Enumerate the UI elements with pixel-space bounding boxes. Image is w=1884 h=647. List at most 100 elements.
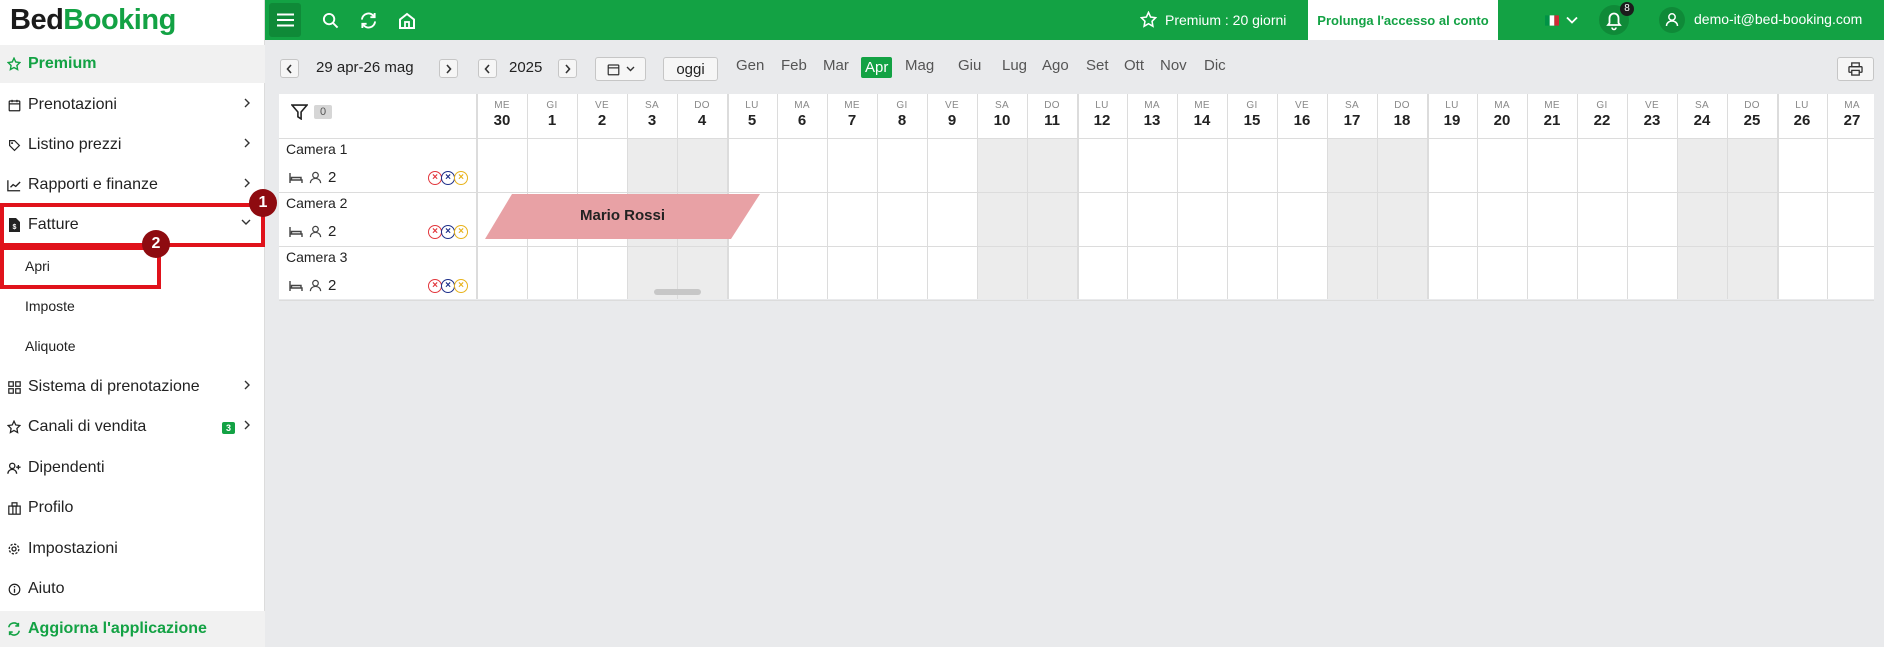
print-button[interactable] (1837, 57, 1874, 81)
sidebar-subitem-imposte[interactable]: Imposte (0, 288, 265, 324)
update-app-button[interactable]: Aggiorna l'applicazione (0, 611, 265, 647)
day-of-week: ME (844, 100, 860, 111)
month-tab-ott[interactable]: Ott (1124, 57, 1144, 74)
sidebar-item-canali-vendita[interactable]: Canali di vendita 3 (0, 408, 265, 446)
hamburger-menu-button[interactable] (269, 3, 301, 37)
day-header: LU 5 (727, 94, 777, 138)
chevron-down-icon (1565, 16, 1578, 24)
day-number: 24 (1693, 112, 1711, 129)
day-of-week: DO (1744, 100, 1760, 111)
day-number: 16 (1293, 112, 1311, 129)
notifications-button[interactable]: 8 (1597, 0, 1634, 40)
month-tab-ago[interactable]: Ago (1042, 57, 1069, 74)
room-status-icons[interactable]: × × × (428, 279, 468, 293)
sidebar-item-rapporti[interactable]: Rapporti e finanze (0, 166, 265, 204)
sidebar-item-premium[interactable]: Premium (0, 45, 265, 83)
day-number: 4 (697, 112, 707, 129)
sidebar-item-sistema-prenotazione[interactable]: Sistema di prenotazione (0, 368, 265, 406)
next-range-button[interactable] (439, 59, 458, 78)
day-of-week: GI (1246, 100, 1258, 111)
status-yellow-icon: × (454, 279, 468, 293)
month-tab-mar[interactable]: Mar (823, 57, 849, 74)
guest-icon (309, 225, 322, 238)
extend-access-button[interactable]: Prolunga l'accesso al conto (1308, 0, 1498, 40)
booking-mario-rossi[interactable]: Mario Rossi (485, 194, 760, 239)
grid-line (777, 94, 778, 299)
status-red-icon: × (428, 225, 442, 239)
sidebar-item-listino-prezzi[interactable]: Listino prezzi (0, 126, 265, 164)
search-button[interactable] (315, 0, 345, 40)
prev-range-button[interactable] (280, 59, 299, 78)
step-marker-2: 2 (142, 230, 170, 258)
month-tab-giu[interactable]: Giu (958, 57, 981, 74)
day-header: MA 27 (1827, 94, 1877, 138)
day-of-week: DO (694, 100, 710, 111)
month-tab-set[interactable]: Set (1086, 57, 1109, 74)
room-status-icons[interactable]: × × × (428, 225, 468, 239)
day-header: GI 8 (877, 94, 927, 138)
premium-status[interactable]: Premium : 20 giorni (1140, 11, 1286, 28)
user-add-icon (0, 462, 28, 475)
step-marker-1: 1 (249, 189, 277, 217)
month-tab-lug[interactable]: Lug (1002, 57, 1027, 74)
day-of-week: ME (494, 100, 510, 111)
filter-button[interactable]: 0 (291, 104, 333, 120)
refresh-icon (0, 622, 28, 636)
date-picker-button[interactable] (595, 57, 646, 81)
month-tab-gen[interactable]: Gen (736, 57, 764, 74)
language-selector[interactable] (1540, 0, 1582, 40)
user-icon (1659, 7, 1685, 33)
month-tab-apr[interactable]: Apr (861, 57, 893, 78)
day-number: 22 (1593, 112, 1611, 129)
grid-line (1177, 94, 1178, 299)
guest-count: 2 (328, 169, 337, 186)
sidebar-item-profilo[interactable]: Profilo (0, 489, 265, 527)
grid-line (1027, 94, 1028, 299)
day-header: MA 13 (1127, 94, 1177, 138)
month-tab-nov[interactable]: Nov (1160, 57, 1187, 74)
sidebar-item-impostazioni[interactable]: Impostazioni (0, 530, 265, 568)
day-header: VE 2 (577, 94, 627, 138)
gear-icon (0, 542, 28, 556)
grid-line (927, 94, 928, 299)
sidebar-item-aiuto[interactable]: Aiuto (0, 570, 265, 608)
chevron-right-icon (243, 420, 251, 430)
day-header: VE 9 (927, 94, 977, 138)
user-email[interactable]: demo-it@bed-booking.com (1694, 11, 1862, 27)
day-of-week: GI (1596, 100, 1608, 111)
day-header: LU 19 (1427, 94, 1477, 138)
day-header: ME 21 (1527, 94, 1577, 138)
month-tab-dic[interactable]: Dic (1204, 57, 1226, 74)
sidebar-item-prenotazioni[interactable]: Prenotazioni (0, 86, 265, 124)
day-header: ME 14 (1177, 94, 1227, 138)
year-label: 2025 (509, 59, 543, 76)
sidebar-subitem-aliquote[interactable]: Aliquote (0, 328, 265, 364)
weekend-column (1677, 138, 1727, 299)
prev-year-button[interactable] (478, 59, 497, 78)
horizontal-scroll-handle[interactable] (654, 289, 701, 295)
sidebar-item-dipendenti[interactable]: Dipendenti (0, 449, 265, 487)
room-name[interactable]: Camera 3 (286, 249, 347, 265)
month-tab-mag[interactable]: Mag (905, 57, 934, 74)
next-year-button[interactable] (558, 59, 577, 78)
user-avatar[interactable] (1657, 0, 1687, 40)
home-button[interactable] (392, 0, 422, 40)
day-of-week: GI (546, 100, 558, 111)
room-status-icons[interactable]: × × × (428, 171, 468, 185)
refresh-button[interactable] (353, 0, 383, 40)
room-name[interactable]: Camera 1 (286, 141, 347, 157)
grid-line (1427, 94, 1429, 299)
filter-count-badge: 0 (314, 105, 333, 119)
day-number: 15 (1243, 112, 1261, 129)
day-number: 17 (1343, 112, 1361, 129)
logo[interactable]: Bed Booking (0, 0, 264, 40)
day-header: ME 7 (827, 94, 877, 138)
day-of-week: MA (1844, 100, 1860, 111)
day-of-week: MA (1494, 100, 1510, 111)
today-button[interactable]: oggi (663, 57, 718, 81)
day-number: 27 (1843, 112, 1861, 129)
grid-line (827, 94, 828, 299)
month-tab-feb[interactable]: Feb (781, 57, 807, 74)
day-of-week: GI (896, 100, 908, 111)
room-name[interactable]: Camera 2 (286, 195, 347, 211)
